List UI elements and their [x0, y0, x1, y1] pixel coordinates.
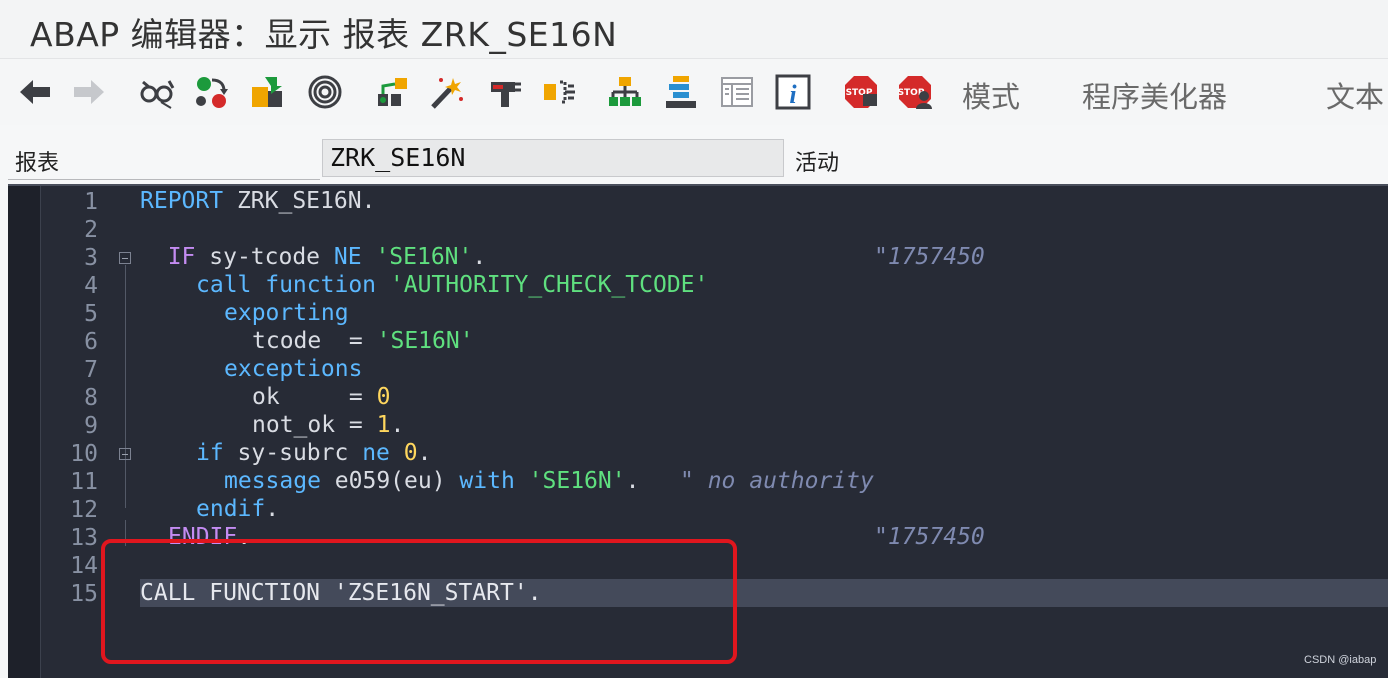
line-number: 11 — [70, 469, 98, 495]
line-number: 7 — [84, 357, 98, 383]
text-button[interactable]: 文本 — [1326, 74, 1384, 116]
hierarchy-icon[interactable] — [606, 73, 644, 111]
back-arrow-icon[interactable] — [16, 73, 54, 111]
report-label: 报表 — [15, 151, 60, 176]
highlight-annotation-box — [101, 539, 737, 664]
code-line: REPORT ZRK_SE16N. — [140, 188, 376, 214]
line-number: 12 — [70, 497, 98, 523]
glasses-icon[interactable] — [138, 73, 176, 111]
line-number: 9 — [84, 413, 98, 439]
code-line: ok = 0 — [252, 384, 391, 410]
forward-arrow-icon[interactable] — [70, 73, 108, 111]
info-icon[interactable]: i — [774, 73, 812, 111]
enhancement-icon[interactable] — [540, 73, 578, 111]
code-comment: "1757450 — [874, 524, 985, 550]
display-object-icon[interactable] — [486, 73, 524, 111]
pattern-button[interactable]: 模式 — [962, 74, 1020, 116]
fold-toggle-icon[interactable] — [119, 252, 131, 264]
window-title: ABAP 编辑器：显示 报表 ZRK_SE16N — [30, 15, 618, 54]
fold-toggle-icon[interactable] — [119, 448, 131, 460]
editor-gutter — [40, 186, 41, 678]
line-number: 10 — [70, 441, 98, 467]
application-toolbar: i STOP STOP 模式 程序美化器 文本 — [0, 58, 1388, 126]
code-line: call function 'AUTHORITY_CHECK_TCODE' — [196, 272, 709, 298]
svg-text:i: i — [789, 80, 797, 109]
editor-left-margin — [8, 186, 40, 678]
code-line: not_ok = 1. — [252, 412, 405, 438]
line-number: 8 — [84, 385, 98, 411]
activate-icon[interactable] — [248, 73, 286, 111]
line-number: 6 — [84, 329, 98, 355]
stop-user-icon[interactable]: STOP — [896, 73, 934, 111]
object-list-icon[interactable] — [374, 73, 412, 111]
magic-wand-icon[interactable] — [428, 73, 466, 111]
other-object-icon[interactable] — [192, 73, 230, 111]
code-line: endif. — [196, 496, 280, 522]
layout-icon[interactable] — [718, 73, 756, 111]
report-field-row: 报表 ZRK_SE16N 活动 — [0, 125, 1388, 183]
line-number: 4 — [84, 273, 98, 299]
code-line: exceptions — [224, 356, 363, 382]
code-line: message e059(eu) with 'SE16N'. — [224, 468, 640, 494]
stop-icon[interactable]: STOP — [842, 73, 880, 111]
line-number: 2 — [84, 217, 98, 243]
report-name-field[interactable]: ZRK_SE16N — [322, 139, 784, 177]
code-comment: " no authority — [680, 468, 874, 494]
status-text: 活动 — [795, 151, 840, 176]
label-underline — [8, 179, 320, 180]
code-line: IF sy-tcode NE 'SE16N'. — [167, 244, 487, 270]
where-used-icon[interactable] — [306, 73, 344, 111]
line-number: 3 — [84, 245, 98, 271]
code-line: tcode = 'SE16N' — [252, 328, 474, 354]
line-number: 5 — [84, 301, 98, 327]
code-comment: "1757450 — [874, 244, 985, 270]
code-line: exporting — [224, 300, 349, 326]
stack-icon[interactable] — [662, 73, 700, 111]
line-number: 15 — [70, 581, 98, 607]
line-number: 14 — [70, 553, 98, 579]
code-line: if sy-subrc ne 0. — [196, 440, 432, 466]
fold-guide — [125, 265, 126, 508]
title-bar: ABAP 编辑器：显示 报表 ZRK_SE16N — [0, 0, 1388, 58]
line-number: 13 — [70, 525, 98, 551]
watermark: CSDN @iabap — [1304, 654, 1377, 666]
pretty-printer-button[interactable]: 程序美化器 — [1082, 74, 1227, 116]
line-number: 1 — [84, 189, 98, 215]
